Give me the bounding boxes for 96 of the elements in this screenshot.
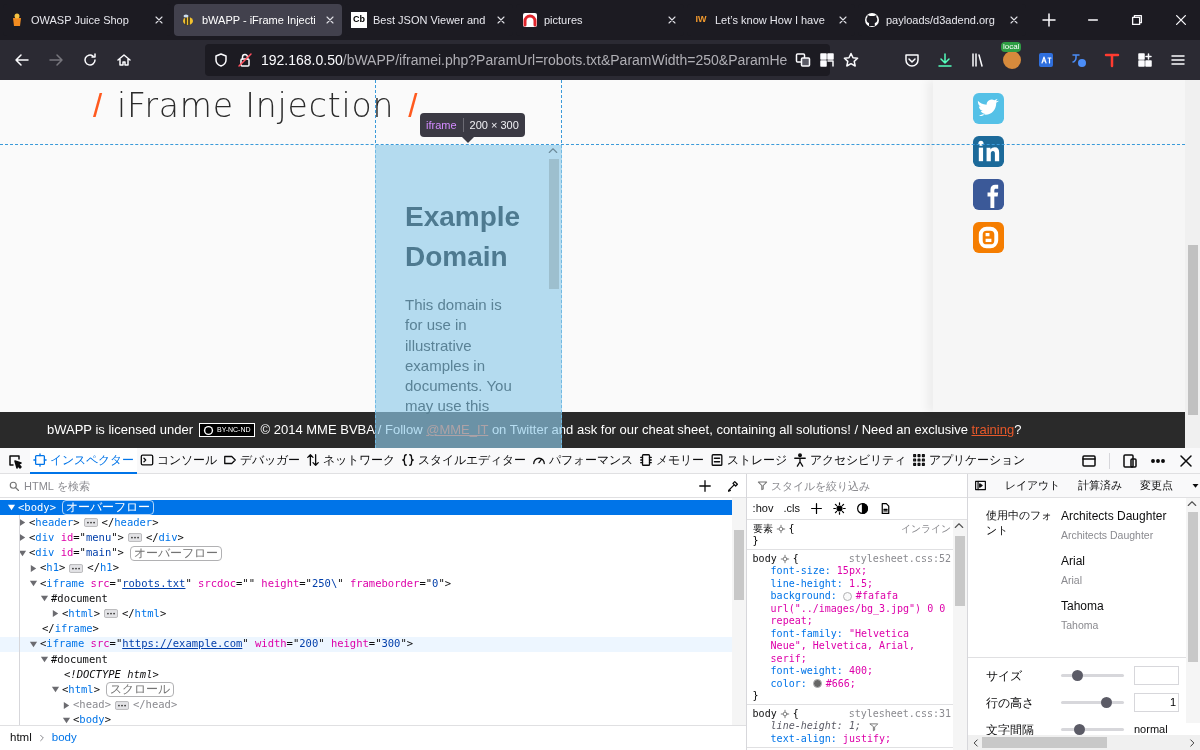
- page-title: iFrame Injection: [117, 85, 395, 127]
- brace: }: [752, 535, 760, 547]
- badge[interactable]: オーバーフロー: [61, 500, 154, 516]
- markup-text: </html>: [121, 606, 167, 622]
- css-declaration: line-height: 1;: [770, 720, 861, 733]
- markup-text: <div id="menu">: [29, 530, 124, 546]
- devtools-tab[interactable]: メモリー: [636, 447, 707, 474]
- badge[interactable]: オーバーフロー: [129, 545, 222, 561]
- slider-label: 行の高さ: [986, 694, 1035, 712]
- markup-text: </head>: [132, 697, 178, 713]
- toolbar-button[interactable]: :hov: [752, 500, 774, 517]
- extension-badge: local: [1001, 42, 1022, 52]
- markup-text: <header>: [29, 514, 80, 530]
- css-declaration: font-family: "Helvetica Neue", Helvetica, Arial, serif;: [770, 627, 917, 665]
- panel-tab[interactable]: 計算済み: [1078, 477, 1122, 494]
- font-family: Arial: [1061, 573, 1083, 587]
- markup-text: <html>: [62, 606, 100, 622]
- tab-title: payloads/d3adend.org: [886, 12, 996, 28]
- css-source[interactable]: インライン: [901, 522, 951, 535]
- value-text: normal: [1134, 722, 1168, 738]
- css-declaration: line-height: 1.5;: [770, 577, 873, 590]
- css-declaration: text-align: justify;: [770, 732, 892, 745]
- devtools-tab[interactable]: コンソール: [137, 447, 220, 474]
- slider-label: サイズ: [986, 667, 1023, 685]
- section-label: 使用中のフォント: [986, 508, 1053, 538]
- footer-link[interactable]: training: [971, 422, 1015, 438]
- markup-text: #document: [51, 590, 108, 606]
- devtools-tab[interactable]: スタイルエディター: [398, 447, 529, 474]
- font-name: Architects Daughter: [1061, 508, 1168, 524]
- font-family: Architects Daughter: [1061, 528, 1155, 542]
- browser-tab[interactable]: bWAPP - iFrame Injecti: [174, 4, 342, 36]
- markup-text: <h1>: [40, 560, 66, 576]
- devtools-tab[interactable]: インスペクター: [30, 447, 137, 474]
- devtools-tab[interactable]: ストレージ: [707, 447, 790, 474]
- favicon: IW: [694, 13, 708, 27]
- panel-tab[interactable]: 変更点: [1140, 477, 1173, 494]
- markup-text: <iframe src="robots.txt" srcdoc="" height="250\" frameborder="0">: [40, 575, 452, 591]
- tab-title: Best JSON Viewer and: [373, 12, 487, 28]
- css-declaration: background: #fafafa url("../images/bg_3.jpg") 0 0 repeat;: [770, 590, 947, 628]
- brace: }: [752, 690, 760, 702]
- markup-text: <body>: [73, 712, 111, 725]
- slider-label: 文字間隔: [986, 721, 1035, 739]
- css-declaration: font-size: 15px;: [770, 565, 867, 578]
- devtools-tab[interactable]: アプリケーション: [909, 447, 1028, 474]
- number-field[interactable]: 1: [1134, 693, 1179, 712]
- footer-text: bWAPP is licensed under: [47, 421, 193, 440]
- url-text: 192.168.0.50/bWAPP/iframei.php?ParamUrl=robots.txt&ParamWidth=250&ParamHe: [261, 50, 788, 70]
- brace: {: [792, 552, 799, 565]
- markup-text: </iframe>: [42, 621, 99, 637]
- font-family: Tahoma: [1061, 618, 1100, 632]
- markup-text: <iframe src="https://example.com" width="200" height="300">: [40, 636, 414, 652]
- toolbar-button[interactable]: .cls: [783, 500, 800, 517]
- markup-text: <body>: [18, 499, 56, 515]
- search-field[interactable]: HTML を検索: [24, 475, 694, 496]
- css-source[interactable]: stylesheet.css:52: [848, 552, 951, 565]
- tab-title: bWAPP - iFrame Injecti: [202, 12, 317, 28]
- breadcrumb[interactable]: body: [51, 729, 77, 747]
- devtools-tab[interactable]: デバッガー: [220, 447, 303, 474]
- font-name: Tahoma: [1061, 598, 1105, 614]
- font-name: Arial: [1061, 553, 1086, 569]
- iframe-heading: Example Domain: [405, 200, 522, 274]
- tab-title: pictures: [544, 12, 584, 28]
- css-selector: body: [752, 707, 777, 720]
- css-declaration: font-weight: 400;: [770, 665, 873, 678]
- markup-text: <div id="main">: [29, 545, 124, 561]
- tree-row[interactable]: <iframe src="https://example.com" width="200" height="300">: [0, 636, 732, 652]
- brace: {: [792, 707, 799, 720]
- filter-field[interactable]: スタイルを絞り込み: [770, 475, 967, 496]
- tree-row[interactable]: <body> オーバーフロー: [0, 500, 732, 516]
- devtools-tab[interactable]: ネットワーク: [303, 447, 398, 474]
- link[interactable]: robots.txt: [122, 576, 186, 589]
- css-declaration: color: #666;: [770, 677, 856, 690]
- markup-text: <head>: [73, 697, 111, 713]
- link[interactable]: https://example.com: [122, 637, 243, 650]
- devtools-tab[interactable]: パフォーマンス: [529, 447, 636, 474]
- panel-tab[interactable]: レイアウト: [1005, 477, 1060, 494]
- title-mark: /: [408, 86, 419, 126]
- markup-text: <!DOCTYPE html>: [64, 666, 159, 682]
- css-selector: body: [752, 552, 777, 565]
- tab-title: Let’s know How I have: [715, 12, 826, 28]
- css-selector: 要素: [752, 522, 773, 535]
- badge[interactable]: スクロール: [105, 682, 174, 698]
- element-tooltip: iframe 200 × 300: [420, 113, 525, 137]
- css-source[interactable]: stylesheet.css:31: [848, 707, 951, 720]
- title-mark: /: [93, 86, 103, 126]
- markup-text: <html>: [62, 681, 100, 697]
- devtools-tab[interactable]: アクセシビリティ: [790, 447, 909, 474]
- markup-text: </h1>: [87, 560, 119, 576]
- iframe-text: This domain is for use in illustrative examples in documents. You may use this: [405, 295, 513, 417]
- markup-text: </div>: [145, 530, 184, 546]
- breadcrumb[interactable]: html: [10, 729, 32, 747]
- markup-text: #document: [51, 651, 108, 667]
- favicon: Cb: [351, 12, 367, 28]
- brace: {: [788, 522, 795, 535]
- markup-text: </header>: [101, 514, 159, 530]
- tab-title: OWASP Juice Shop: [31, 12, 130, 28]
